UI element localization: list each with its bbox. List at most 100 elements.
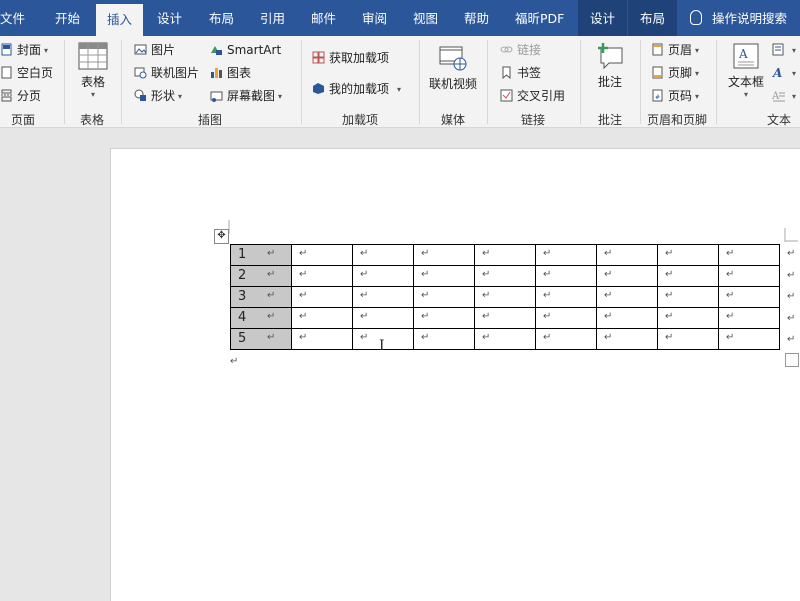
- new-comment-button[interactable]: 批注: [590, 42, 630, 90]
- table-cell[interactable]: ↵: [474, 286, 536, 308]
- pictures-button[interactable]: 图片: [134, 41, 175, 59]
- table-resize-handle[interactable]: [785, 353, 799, 367]
- table-cell[interactable]: ↵: [718, 244, 780, 266]
- tab-table-design[interactable]: 设计: [578, 0, 628, 36]
- header-button[interactable]: 页眉 ▾: [651, 41, 699, 60]
- table-cell[interactable]: ↵: [535, 286, 597, 308]
- row-number-cell[interactable]: 3 ↵: [230, 286, 292, 308]
- table-cell[interactable]: ↵: [413, 265, 475, 287]
- quick-parts-button[interactable]: ▾: [772, 41, 796, 60]
- row-number-cell[interactable]: 2 ↵: [230, 265, 292, 287]
- table-cell[interactable]: ↵: [474, 244, 536, 266]
- get-addins-button[interactable]: 获取加载项: [312, 49, 389, 67]
- table-cell[interactable]: ↵: [596, 328, 658, 350]
- chart-label: 图表: [227, 66, 252, 80]
- online-pictures-button[interactable]: 联机图片: [134, 64, 199, 82]
- addin-cube-icon: [313, 83, 324, 94]
- table-cell[interactable]: ↵: [657, 265, 719, 287]
- tell-me-label: 操作说明搜索: [712, 11, 788, 26]
- table-cell[interactable]: ↵: [657, 328, 719, 350]
- drop-cap-button[interactable]: A ▾: [772, 87, 796, 106]
- cover-page-button[interactable]: 封面 ▾: [0, 41, 48, 60]
- table-cell[interactable]: ↵: [535, 307, 597, 329]
- tab-review[interactable]: 审阅: [362, 0, 387, 36]
- cross-reference-button[interactable]: 交叉引用: [500, 87, 565, 105]
- cover-page-icon: [1, 43, 12, 56]
- table-cell[interactable]: ↵: [413, 244, 475, 266]
- table-cell[interactable]: ↵: [718, 328, 780, 350]
- bookmark-button[interactable]: 书签: [500, 64, 541, 82]
- table-cell[interactable]: ↵: [535, 265, 597, 287]
- table-cell[interactable]: ↵: [596, 286, 658, 308]
- tab-references[interactable]: 引用: [260, 0, 285, 36]
- link-button[interactable]: 链接: [500, 41, 541, 59]
- table-cell[interactable]: ↵: [291, 265, 353, 287]
- group-separator: [487, 40, 488, 124]
- table-cell[interactable]: ↵: [657, 244, 719, 266]
- chart-button[interactable]: 图表: [210, 64, 251, 82]
- table-cell[interactable]: ↵: [413, 307, 475, 329]
- tab-file[interactable]: 文件: [0, 0, 25, 36]
- row-number-cell[interactable]: 1 ↵: [230, 244, 292, 266]
- tab-home[interactable]: 开始: [55, 0, 80, 36]
- row-number-cell[interactable]: 4 ↵: [230, 307, 292, 329]
- table-cell[interactable]: ↵: [291, 286, 353, 308]
- row-end-mark: ↵: [787, 269, 796, 281]
- table-cell[interactable]: ↵: [413, 328, 475, 350]
- table-cell[interactable]: ↵: [535, 328, 597, 350]
- table-cell[interactable]: ↵: [352, 265, 414, 287]
- table-cell[interactable]: ↵: [352, 307, 414, 329]
- cell-end-mark: ↵: [482, 332, 491, 343]
- tab-view[interactable]: 视图: [413, 0, 438, 36]
- blank-page-button[interactable]: 空白页: [0, 64, 53, 82]
- table-button[interactable]: 表格 ▾: [72, 42, 114, 99]
- table-cell[interactable]: ↵: [474, 265, 536, 287]
- table-cell[interactable]: ↵: [596, 244, 658, 266]
- table-cell[interactable]: ↵: [352, 286, 414, 308]
- page-number-button[interactable]: # 页码 ▾: [651, 87, 699, 106]
- wordart-button[interactable]: A ▾: [772, 64, 796, 83]
- chevron-down-icon: ▾: [90, 90, 95, 99]
- my-addins-button[interactable]: 我的加载项 ▾: [312, 80, 401, 99]
- tab-table-layout[interactable]: 布局: [628, 0, 678, 36]
- tab-insert[interactable]: 插入: [96, 4, 144, 36]
- table-cell[interactable]: ↵: [657, 286, 719, 308]
- table-cell[interactable]: ↵: [291, 328, 353, 350]
- table-cell[interactable]: ↵: [291, 307, 353, 329]
- table-cell[interactable]: ↵: [474, 328, 536, 350]
- smartart-button[interactable]: SmartArt: [210, 41, 281, 59]
- table-cell[interactable]: ↵: [718, 307, 780, 329]
- table-cell[interactable]: ↵: [291, 244, 353, 266]
- row-number-cell[interactable]: 5 ↵: [230, 328, 292, 350]
- shapes-button[interactable]: 形状 ▾: [134, 87, 182, 106]
- tab-foxit-pdf[interactable]: 福昕PDF: [515, 0, 564, 36]
- table-cell[interactable]: ↵: [718, 265, 780, 287]
- document-page[interactable]: [110, 148, 800, 601]
- row-end-mark: ↵: [787, 291, 796, 303]
- table-cell[interactable]: ↵: [352, 244, 414, 266]
- text-box-icon: A: [733, 43, 759, 69]
- online-video-button[interactable]: 联机视频: [427, 44, 479, 92]
- shapes-icon: [134, 89, 146, 101]
- tab-design[interactable]: 设计: [157, 0, 182, 36]
- table-cell[interactable]: ↵: [413, 286, 475, 308]
- page-number-icon: #: [652, 89, 663, 102]
- text-box-button[interactable]: A 文本框 ▾: [724, 42, 768, 99]
- table-cell[interactable]: ↵: [596, 265, 658, 287]
- table-cell[interactable]: ↵: [657, 307, 719, 329]
- tell-me-search[interactable]: 操作说明搜索: [690, 0, 787, 36]
- table-cell[interactable]: ↵: [596, 307, 658, 329]
- cell-end-mark: ↵: [665, 332, 674, 343]
- screenshot-button[interactable]: 屏幕截图 ▾: [210, 87, 282, 106]
- tab-help[interactable]: 帮助: [464, 0, 489, 36]
- page-break-button[interactable]: 分页: [0, 87, 41, 105]
- online-video-label: 联机视频: [428, 77, 477, 91]
- tab-layout[interactable]: 布局: [209, 0, 234, 36]
- footer-button[interactable]: 页脚 ▾: [651, 64, 699, 83]
- table-cell[interactable]: ↵: [718, 286, 780, 308]
- table-move-handle-icon[interactable]: ✥: [214, 229, 229, 244]
- table-cell[interactable]: ↵: [535, 244, 597, 266]
- table-cell[interactable]: ↵: [474, 307, 536, 329]
- group-separator: [580, 40, 581, 124]
- tab-mailings[interactable]: 邮件: [311, 0, 336, 36]
